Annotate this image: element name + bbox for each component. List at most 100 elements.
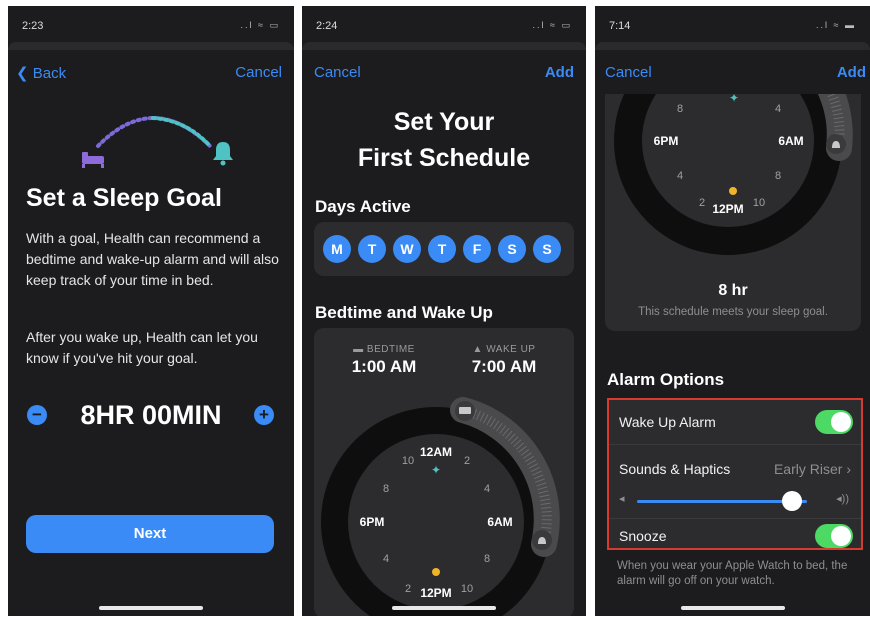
bedtime-wakeup-heading: Bedtime and Wake Up	[315, 303, 493, 322]
sounds-haptics-value: Early Riser	[773, 461, 843, 477]
clock-label-2-lower: 2	[405, 583, 411, 595]
day-tuesday[interactable]: T	[358, 235, 386, 263]
cancel-button[interactable]: Cancel	[605, 64, 652, 81]
chevron-right-icon: ›	[846, 461, 851, 477]
clock-label-8: 8	[677, 103, 683, 115]
wakeup-value: 7:00 AM	[471, 357, 537, 376]
apple-watch-footnote: When you wear your Apple Watch to bed, t…	[617, 560, 848, 587]
clock-label-10: 10	[402, 455, 414, 467]
clock-label-12am: 12AM	[420, 445, 452, 459]
volume-low-icon: ◂	[619, 493, 625, 505]
status-icons: ..l ≈ ▭	[240, 20, 280, 30]
add-button[interactable]: Add	[545, 64, 574, 81]
status-time: 7:14	[609, 20, 631, 32]
clock-label-10-lower: 10	[461, 583, 473, 595]
sounds-haptics-row[interactable]: Sounds & Haptics Early Riser ›	[619, 461, 851, 477]
phone-screen-alarm-options: 12PM 6PM 6AM 8 4 4 8 2 10 ✦ 7:14 ..l ≈ ▬…	[595, 6, 870, 616]
divider	[609, 444, 861, 445]
schedule-card: ▬ BEDTIME 1:00 AM ▲ WAKE UP 7:00 AM 12AM…	[314, 328, 574, 616]
day-sunday[interactable]: S	[533, 235, 561, 263]
home-indicator	[99, 606, 203, 610]
clock-label-10-lower: 10	[753, 197, 765, 209]
status-bar: 2:23 ..l ≈ ▭	[22, 20, 280, 34]
day-saturday[interactable]: S	[498, 235, 526, 263]
page-title: Set a Sleep Goal	[26, 184, 222, 212]
cancel-button[interactable]: Cancel	[235, 64, 282, 81]
bell-small-icon: ▲	[472, 344, 483, 355]
clock-label-4-lower: 4	[383, 553, 389, 565]
goal-stepper: − 8HR 00MIN +	[8, 400, 294, 434]
page-title-line2: First Schedule	[357, 144, 531, 172]
increase-goal-button[interactable]: +	[254, 405, 274, 425]
clock-label-8-lower: 8	[484, 553, 490, 565]
clock-label-12pm: 12PM	[712, 202, 743, 216]
home-indicator	[392, 606, 496, 610]
bedtime-value: 1:00 AM	[351, 357, 417, 376]
wakeup-label: WAKE UP	[486, 344, 536, 355]
sleep-schedule-clock[interactable]: 12AM 12PM 6PM 6AM 10 2 8 4 4 8 2 10 ✦	[314, 392, 574, 616]
alarm-options-card: Wake Up Alarm Sounds & Haptics Early Ris…	[607, 398, 863, 550]
day-thursday[interactable]: T	[428, 235, 456, 263]
sleep-arc-right	[151, 116, 212, 148]
bed-icon	[82, 152, 104, 168]
sun-icon	[432, 568, 440, 576]
home-indicator	[680, 606, 785, 610]
sleep-duration: 8 hr	[718, 282, 748, 299]
clock-label-6am: 6AM	[487, 515, 512, 529]
page-title-line1: Set Your	[393, 108, 495, 136]
clock-label-6pm: 6PM	[654, 134, 679, 148]
snooze-label: Snooze	[619, 528, 667, 544]
back-label: Back	[32, 65, 67, 82]
clock-label-6am: 6AM	[778, 134, 803, 148]
status-icons: ..l ≈ ▬	[816, 20, 856, 30]
bedtime-label: BEDTIME	[366, 344, 415, 355]
alarm-options-heading: Alarm Options	[607, 370, 725, 389]
sparkle-icon: ✦	[431, 463, 441, 477]
clock-label-6pm: 6PM	[360, 515, 385, 529]
wake-up-alarm-label: Wake Up Alarm	[619, 414, 716, 430]
status-icons: ..l ≈ ▭	[532, 20, 572, 30]
sheet-edge	[302, 42, 586, 50]
clock-label-12pm: 12PM	[420, 586, 451, 600]
sounds-haptics-value-wrap: Early Riser ›	[774, 461, 851, 477]
sheet-edge	[595, 42, 870, 50]
bell-icon	[213, 142, 233, 166]
days-active-heading: Days Active	[315, 197, 411, 216]
next-button[interactable]: Next	[26, 515, 274, 553]
goal-value: 8HR 00MIN	[80, 400, 222, 430]
wake-up-alarm-toggle[interactable]	[815, 410, 853, 434]
wakeup-readout: ▲ WAKE UP 7:00 AM	[444, 344, 564, 377]
clock-label-2-lower: 2	[699, 197, 705, 209]
day-wednesday[interactable]: W	[393, 235, 421, 263]
chevron-left-icon: ❮	[16, 65, 29, 82]
sounds-haptics-label: Sounds & Haptics	[619, 461, 731, 477]
clock-label-8-lower: 8	[775, 170, 781, 182]
clock-label-2: 2	[464, 455, 470, 467]
phone-screen-first-schedule: 2:24 ..l ≈ ▭ Cancel Add Set Your First S…	[302, 6, 586, 616]
status-time: 2:23	[22, 20, 44, 32]
back-button[interactable]: ❮ Back	[16, 64, 66, 82]
day-monday[interactable]: M	[323, 235, 351, 263]
divider	[609, 518, 861, 519]
clock-label-8: 8	[383, 483, 389, 495]
day-friday[interactable]: F	[463, 235, 491, 263]
sun-icon	[729, 187, 737, 195]
status-time: 2:24	[316, 20, 338, 32]
phone-screen-sleep-goal: 2:23 ..l ≈ ▭ ❮ Back Cancel Set a Sleep G…	[8, 6, 294, 616]
days-selector: M T W T F S S	[314, 222, 574, 276]
clock-label-4: 4	[775, 103, 781, 115]
description-text-2: After you wake up, Health can let you kn…	[26, 329, 258, 366]
sleep-arc-illustration	[82, 116, 233, 168]
bedtime-readout: ▬ BEDTIME 1:00 AM	[324, 344, 444, 377]
add-button[interactable]: Add	[837, 64, 866, 81]
volume-slider-knob[interactable]	[781, 491, 802, 511]
sheet-edge	[8, 42, 294, 50]
clock-label-4: 4	[484, 483, 490, 495]
cancel-button[interactable]: Cancel	[314, 64, 361, 81]
bed-handle-icon	[459, 407, 471, 414]
goal-status-text: This schedule meets your sleep goal.	[638, 306, 828, 318]
snooze-toggle[interactable]	[815, 524, 853, 548]
description-text: With a goal, Health can recommend a bedt…	[26, 230, 279, 288]
status-bar: 7:14 ..l ≈ ▬	[609, 20, 856, 34]
status-bar: 2:24 ..l ≈ ▭	[316, 20, 572, 34]
